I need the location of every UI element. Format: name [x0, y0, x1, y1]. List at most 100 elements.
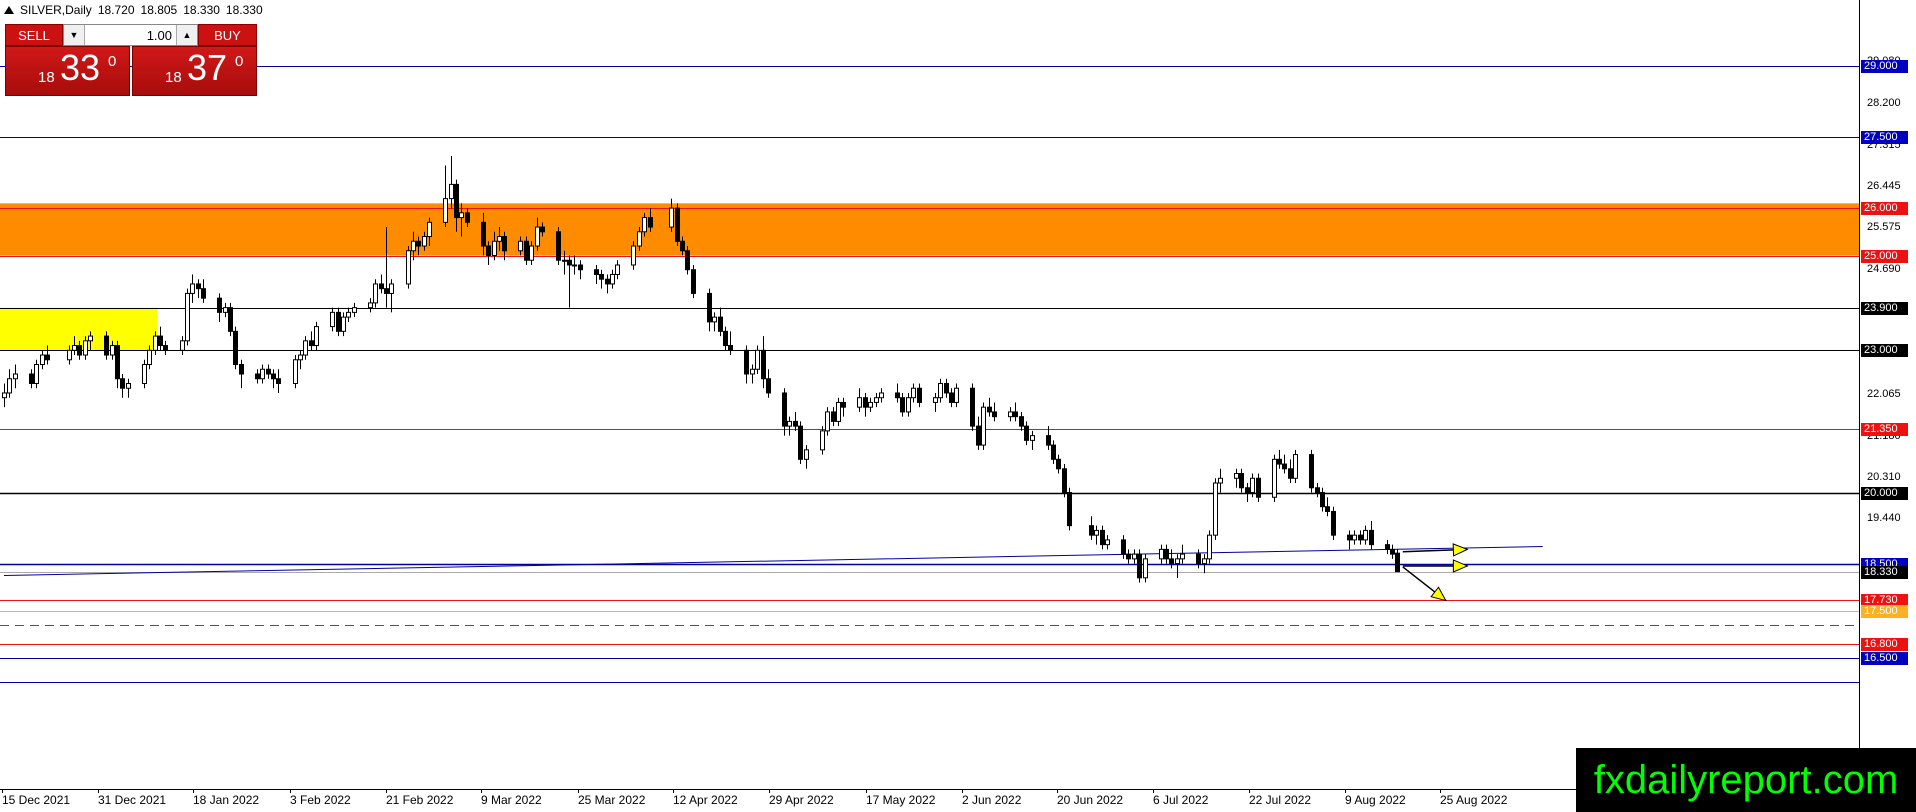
lot-increase-icon[interactable]: ▲	[176, 25, 197, 45]
price-level-tag: 26.000	[1861, 202, 1908, 216]
price-scale-label: 24.690	[1867, 263, 1901, 276]
price-level-tag: 16.800	[1861, 638, 1908, 652]
time-scale-label: 6 Jul 2022	[1153, 793, 1209, 807]
candle-bear	[1256, 477, 1261, 498]
candle-bear	[1024, 425, 1029, 441]
candle-bull	[13, 373, 18, 380]
candle-bull	[40, 354, 45, 366]
candle-bull	[492, 240, 497, 256]
time-scale-tick	[193, 790, 194, 793]
candle-bear	[416, 240, 421, 247]
candle-bear	[524, 240, 529, 261]
candle-bear	[163, 345, 168, 351]
candle-bull	[459, 212, 464, 219]
price-level-tag: 27.500	[1861, 131, 1908, 144]
time-scale-tick	[1057, 790, 1058, 793]
trendline	[3, 546, 1543, 576]
candle-bull	[610, 273, 615, 285]
candle-bull	[497, 236, 502, 242]
candle-bear	[228, 307, 233, 332]
candle-bear	[831, 411, 836, 422]
candle-bear	[1089, 525, 1094, 536]
candle-bear	[761, 349, 766, 380]
open-value: 18.720	[97, 3, 135, 17]
candle-bear	[1315, 487, 1320, 494]
candle-bear	[556, 231, 561, 261]
candle-bear	[239, 364, 244, 375]
candle-bull	[147, 349, 152, 366]
time-scale-tick	[481, 790, 482, 793]
candle-bull	[110, 345, 115, 356]
arrow-head	[1430, 586, 1447, 602]
time-scale-label: 12 Apr 2022	[673, 793, 738, 807]
candle-bear	[1390, 548, 1395, 555]
time-scale-tick	[1249, 790, 1250, 793]
candle-bear	[841, 401, 846, 408]
candle-bear	[481, 221, 486, 247]
time-scale-tick	[673, 790, 674, 793]
candle-bear	[1013, 411, 1018, 418]
candle-bear	[1067, 492, 1072, 527]
buy-button[interactable]: BUY	[198, 24, 257, 46]
candle-bull	[712, 316, 717, 323]
candle-bull	[879, 392, 884, 399]
candle-bull	[906, 397, 911, 413]
resistance-zone	[0, 203, 1859, 256]
price-scale-label: 20.310	[1867, 470, 1901, 483]
chart-area[interactable]	[0, 0, 1860, 790]
candle-bear	[1121, 539, 1126, 555]
candle-bear	[1196, 553, 1201, 565]
candle-bear	[1126, 553, 1131, 560]
time-scale-label: 9 Mar 2022	[481, 793, 542, 807]
candle-bear	[1277, 458, 1282, 465]
lot-decrease-icon[interactable]: ▼	[64, 25, 85, 45]
candle-bear	[605, 278, 610, 285]
low-value: 18.330	[183, 3, 220, 17]
price-chart[interactable]	[0, 0, 1860, 790]
price-level-tag: 18.330	[1861, 565, 1908, 579]
candle-bear	[540, 226, 545, 233]
candle-bull	[341, 316, 346, 332]
arrow-head	[1452, 559, 1469, 573]
time-scale-tick	[866, 790, 867, 793]
candle-bear	[266, 368, 271, 375]
candle-bear	[45, 354, 50, 361]
candle-bull	[1352, 534, 1357, 541]
time-scale-label: 3 Feb 2022	[290, 793, 351, 807]
candle-bear	[680, 240, 685, 252]
candle-bear	[1100, 529, 1105, 546]
candle-bull	[185, 292, 190, 342]
candle-bear	[782, 392, 787, 427]
time-scale-tick	[962, 790, 963, 793]
candle-bear	[691, 269, 696, 294]
arrow-head	[1452, 543, 1469, 557]
price-level-tag: 23.000	[1861, 344, 1908, 358]
candle-bear	[992, 411, 997, 418]
candle-bull	[1207, 534, 1212, 560]
time-scale-label: 31 Dec 2021	[98, 793, 167, 807]
candle-bear	[465, 212, 470, 223]
candle-bear	[309, 340, 314, 347]
time-scale-label: 18 Jan 2022	[193, 793, 260, 807]
candle-bull	[1202, 558, 1207, 565]
sell-price-box[interactable]: 18 33 0	[5, 46, 130, 96]
candle-bull	[938, 382, 943, 399]
candle-bull	[373, 283, 378, 304]
candle-bull	[911, 387, 916, 399]
candle-bull	[1250, 477, 1255, 493]
candle-bear	[718, 316, 723, 332]
candle-bull	[804, 449, 809, 460]
candle-bull	[293, 359, 298, 384]
price-level-tag: 25.000	[1861, 249, 1908, 263]
candle-bear	[917, 387, 922, 403]
price-level-tag: 21.350	[1861, 422, 1908, 436]
sell-button[interactable]: SELL	[5, 24, 63, 46]
lot-size-input[interactable]	[86, 26, 176, 44]
candle-bear	[336, 311, 341, 332]
price-level-tag: 23.900	[1861, 301, 1908, 315]
candle-bear	[1347, 534, 1352, 541]
buy-price-box[interactable]: 18 37 0	[132, 46, 257, 96]
lot-size-stepper[interactable]: ▼ ▲	[63, 24, 198, 46]
watermark-logo: fxdailyreport.com	[1576, 748, 1916, 812]
candle-bull	[126, 382, 131, 389]
